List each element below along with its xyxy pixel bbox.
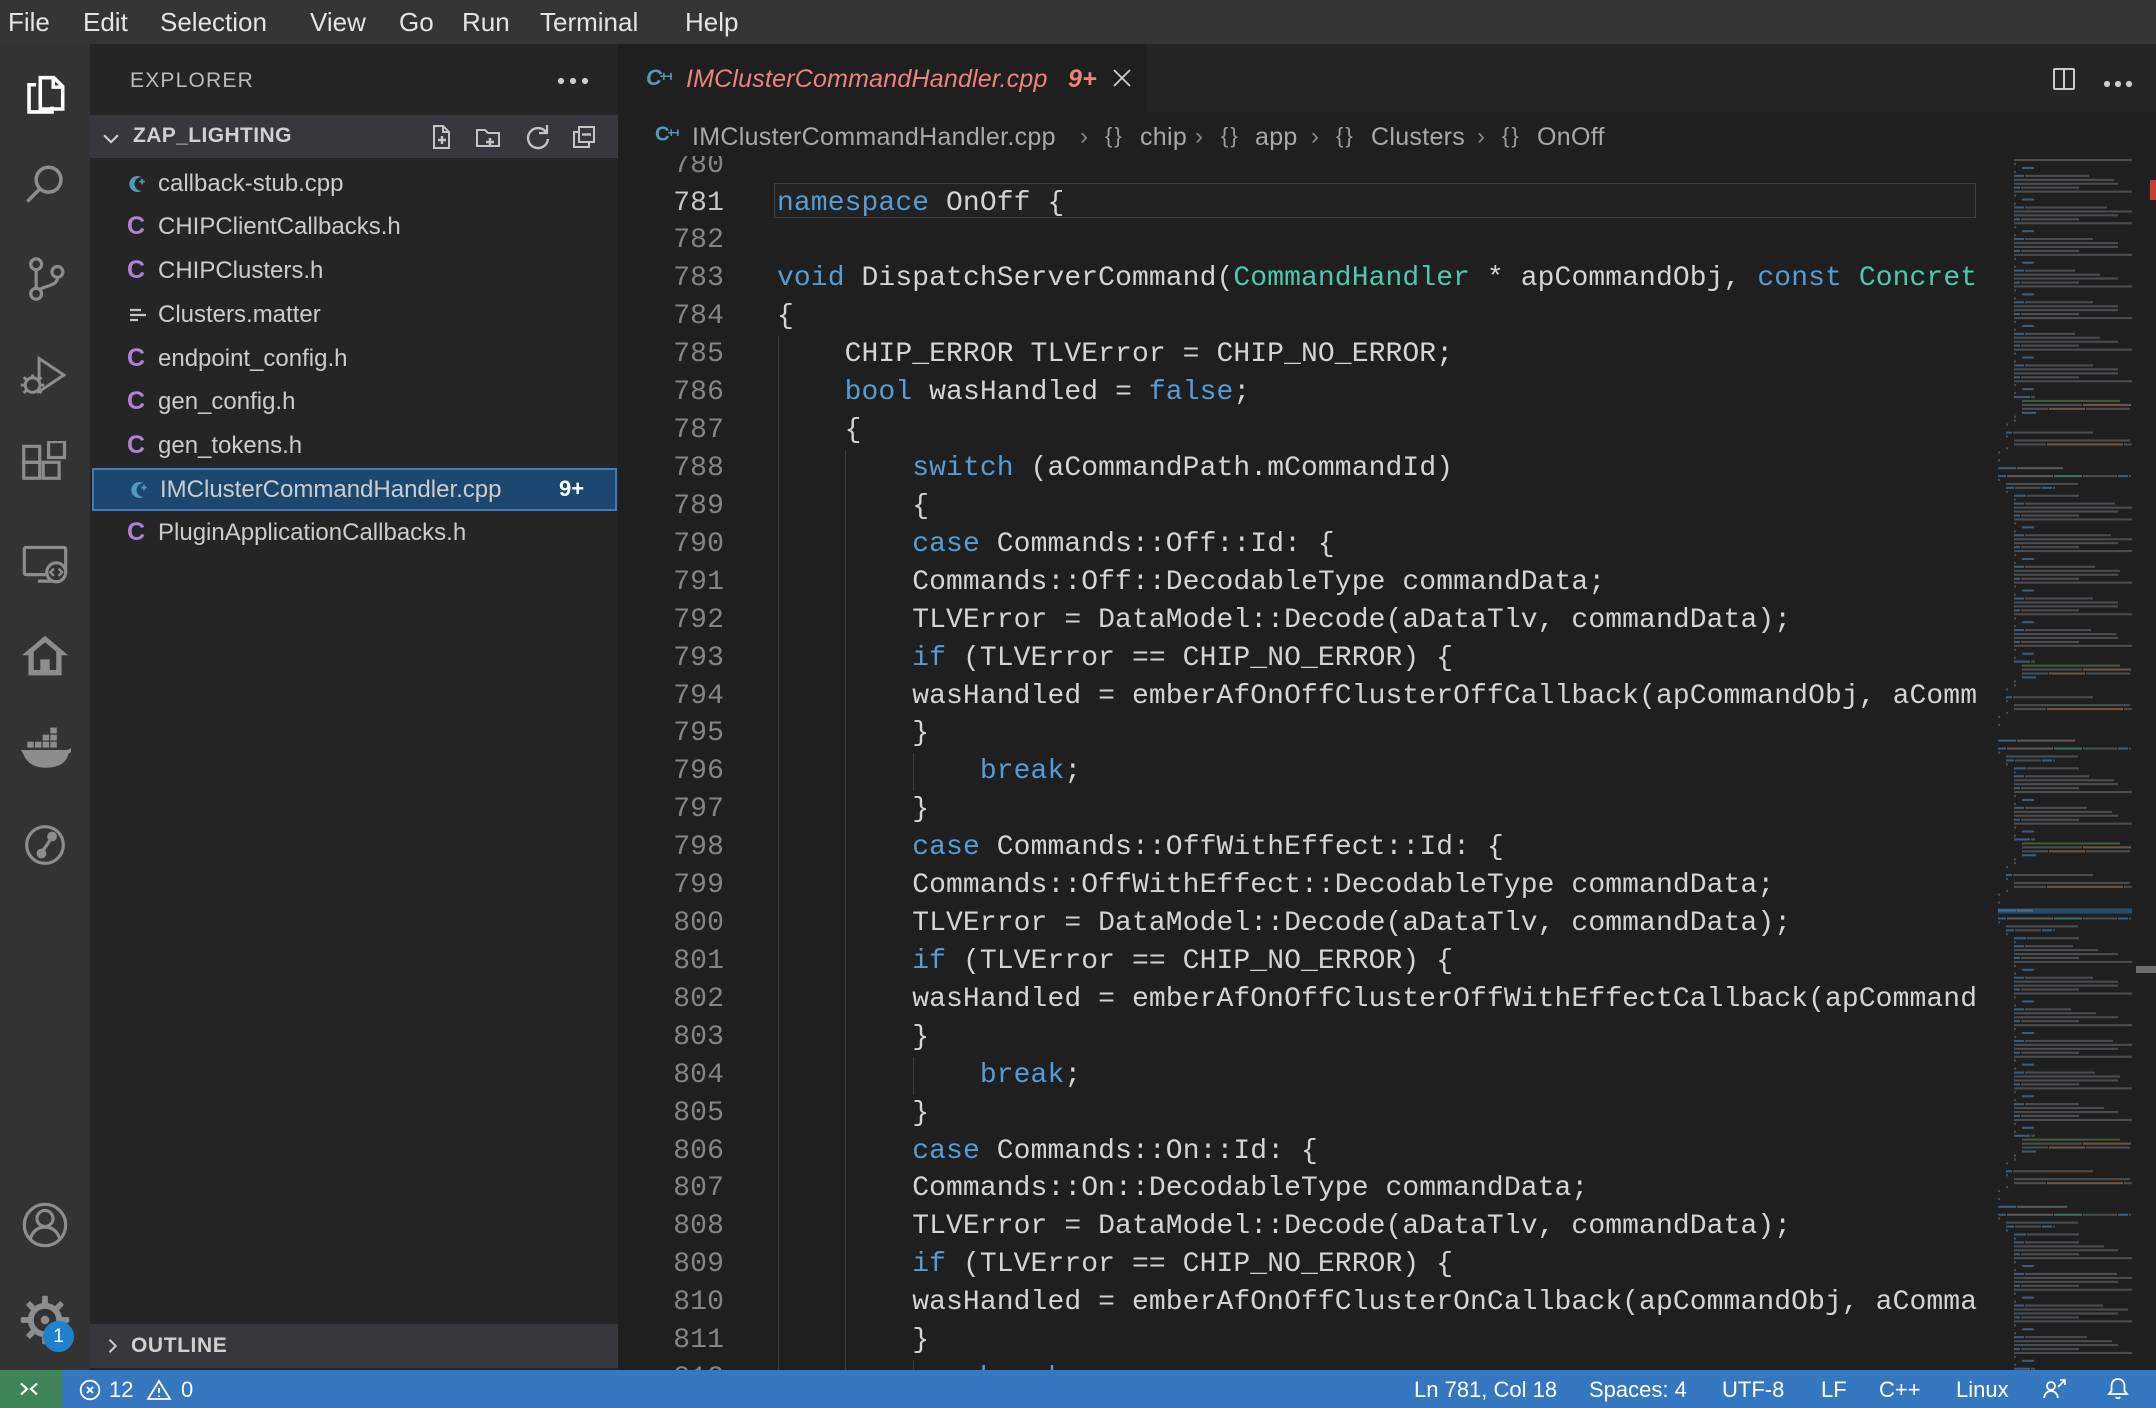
svg-text:++: ++ (660, 68, 673, 84)
svg-text:++: ++ (667, 125, 679, 140)
